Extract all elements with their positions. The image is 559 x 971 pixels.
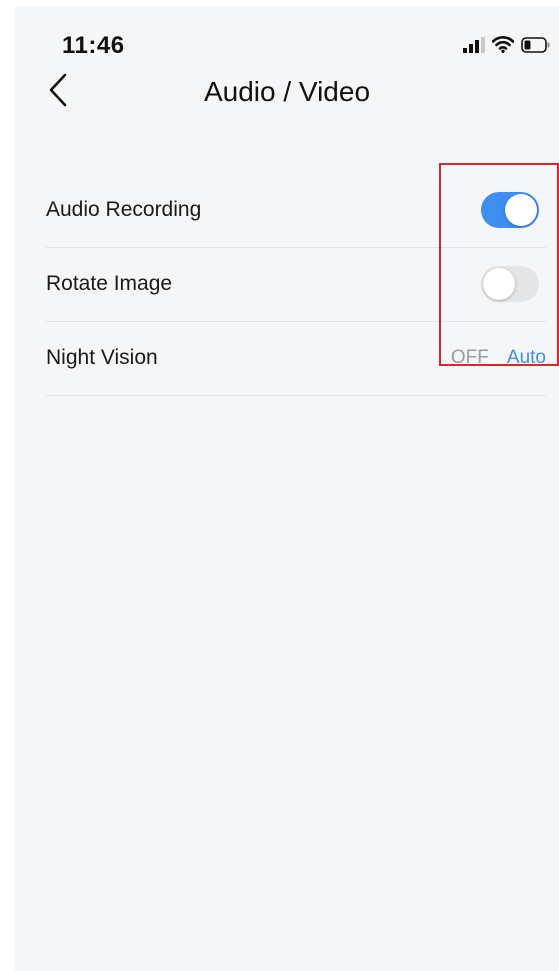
- status-icons: [463, 36, 551, 58]
- night-vision-selector: OFF Auto: [451, 321, 546, 395]
- status-time: 11:46: [62, 32, 125, 59]
- toggle-knob: [483, 268, 515, 300]
- setting-label: Audio Recording: [46, 198, 202, 221]
- battery-icon: [521, 36, 551, 58]
- wifi-icon: [491, 36, 515, 58]
- setting-row-rotate-image: Rotate Image: [46, 247, 546, 322]
- setting-row-night-vision: Night Vision OFF Auto: [46, 321, 546, 396]
- cellular-signal-icon: [463, 36, 485, 58]
- page-title: Audio / Video: [203, 76, 371, 107]
- rotate-image-toggle[interactable]: [481, 266, 539, 302]
- audio-recording-toggle[interactable]: [481, 192, 539, 228]
- setting-label: Rotate Image: [46, 272, 173, 295]
- setting-row-audio-recording: Audio Recording: [46, 173, 546, 248]
- night-vision-option-auto[interactable]: Auto: [507, 321, 546, 395]
- app-screen: 11:46 Audio / Video Audio Recording Rota…: [15, 6, 559, 971]
- night-vision-option-off[interactable]: OFF: [451, 321, 489, 395]
- toggle-knob: [505, 194, 537, 226]
- setting-label: Night Vision: [46, 346, 158, 369]
